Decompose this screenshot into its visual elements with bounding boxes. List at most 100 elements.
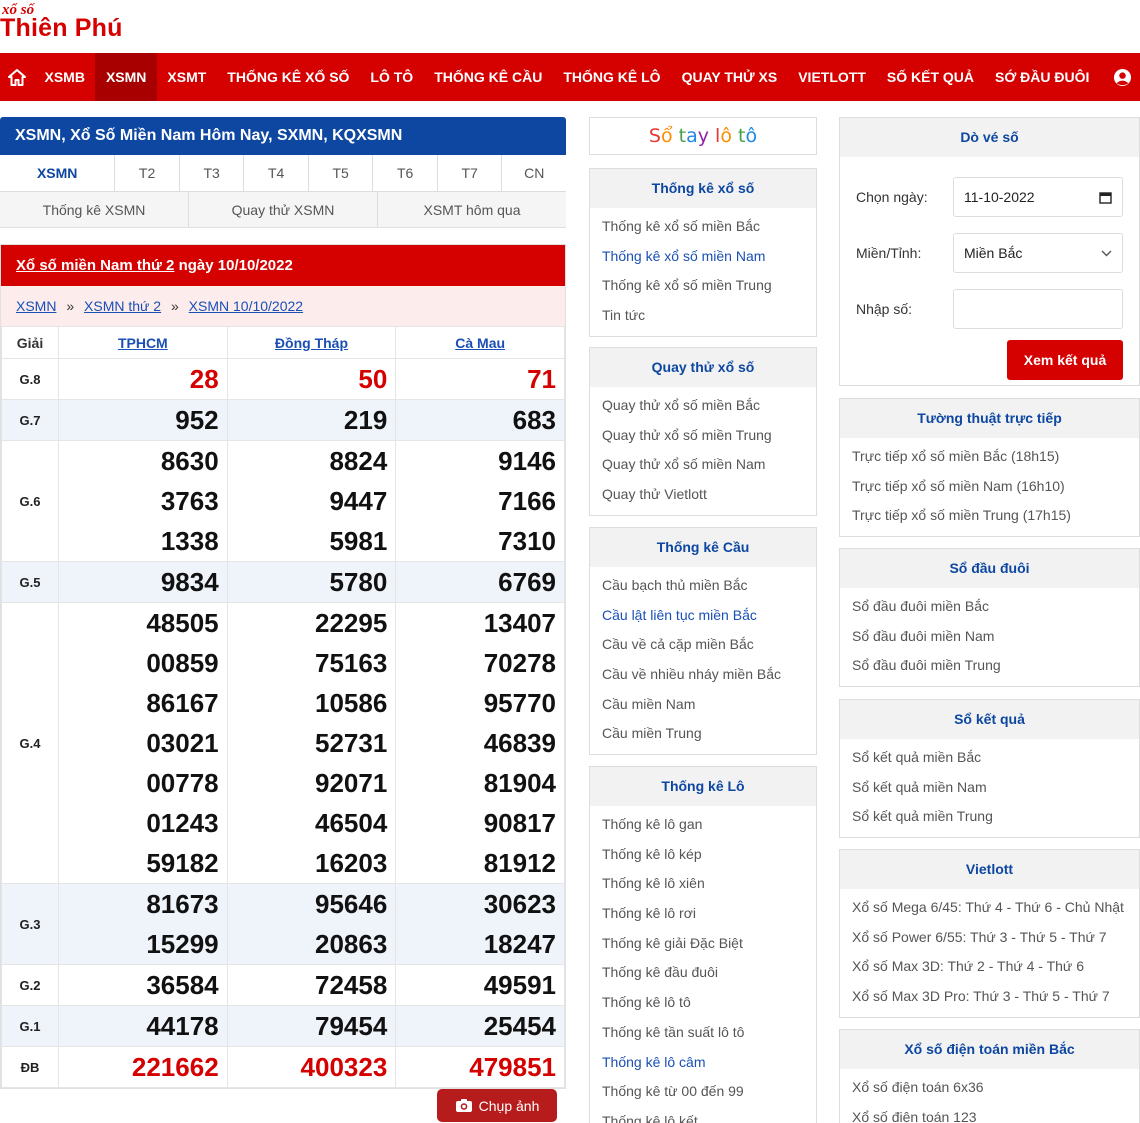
sidebar-link[interactable]: Quay thử xổ số miền Trung bbox=[590, 421, 816, 451]
site-logo[interactable]: xổ số Thiên Phú bbox=[0, 0, 160, 52]
province-link-ca-mau[interactable]: Cà Mau bbox=[455, 335, 505, 351]
sidebar-link[interactable]: Xổ số Max 3D Pro: Thứ 3 - Thứ 5 - Thứ 7 bbox=[840, 982, 1139, 1012]
sidebar-link[interactable]: Sổ đầu đuôi miền Bắc bbox=[840, 592, 1139, 622]
sidebar-link[interactable]: Trực tiếp xổ số miền Nam (16h10) bbox=[840, 472, 1139, 502]
number-input[interactable] bbox=[953, 289, 1123, 329]
sidebar-link[interactable]: Sổ kết quả miền Nam bbox=[840, 773, 1139, 803]
sidebar-link[interactable]: Tin tức bbox=[590, 301, 816, 331]
tab-quay-thu-xsmn[interactable]: Quay thử XSMN bbox=[189, 192, 378, 227]
so-tay-lo-to-banner[interactable]: Sổ tay lô tô bbox=[589, 117, 817, 155]
user-icon[interactable] bbox=[1104, 53, 1140, 101]
sidebar-link[interactable]: Trực tiếp xổ số miền Bắc (18h15) bbox=[840, 442, 1139, 472]
sidebar-link[interactable]: Thống kê đầu đuôi bbox=[590, 958, 816, 988]
tab-t4[interactable]: T4 bbox=[244, 155, 309, 191]
sidebar-link[interactable]: Cầu bạch thủ miền Bắc bbox=[590, 571, 816, 601]
sidebar-link[interactable]: Thống kê từ 00 đến 99 bbox=[590, 1077, 816, 1107]
nav-lo-to[interactable]: LÔ TÔ bbox=[360, 53, 424, 101]
prize-row: G.1 44178 79454 25454 bbox=[1, 1005, 565, 1047]
day-tabs: XSMN T2 T3 T4 T5 T6 T7 CN bbox=[0, 155, 566, 192]
tab-xsmn[interactable]: XSMN bbox=[0, 155, 116, 191]
region-select[interactable]: Miền Bắc bbox=[953, 233, 1123, 273]
number-label: Nhập số: bbox=[856, 301, 913, 317]
sidebar-link[interactable]: Sổ kết quả miền Bắc bbox=[840, 743, 1139, 773]
prize-number: 15299 bbox=[146, 929, 219, 959]
sidebar-link-list: Sổ kết quả miền Bắc Sổ kết quả miền Nam Sổ… bbox=[840, 739, 1139, 837]
sidebar-link[interactable]: Sổ đầu đuôi miền Trung bbox=[840, 651, 1139, 681]
nav-so-ket-qua[interactable]: SỐ KẾT QUẢ bbox=[876, 53, 984, 101]
prize-cell: 28 bbox=[58, 358, 228, 400]
sidebar-link[interactable]: Cầu miền Nam bbox=[590, 690, 816, 720]
prize-cell: 5780 bbox=[226, 561, 397, 603]
sidebar-link[interactable]: Xổ số điện toán 123 bbox=[840, 1103, 1139, 1123]
sidebar-link[interactable]: Thống kê lô câm bbox=[590, 1048, 816, 1078]
home-icon[interactable] bbox=[0, 53, 34, 101]
sidebar-link[interactable]: Quay thử Vietlott bbox=[590, 480, 816, 510]
sidebar-link[interactable]: Trực tiếp xổ số miền Trung (17h15) bbox=[840, 501, 1139, 531]
sidebar-link[interactable]: Thống kê lô kép bbox=[590, 840, 816, 870]
view-result-button[interactable]: Xem kết quả bbox=[1007, 340, 1123, 380]
nav-quay-thu[interactable]: QUAY THỬ XS bbox=[671, 53, 788, 101]
sidebar-link[interactable]: Cầu lật liên tục miền Bắc bbox=[590, 601, 816, 631]
nav-xsmn[interactable]: XSMN bbox=[95, 53, 157, 101]
nav-thong-ke-cau[interactable]: THỐNG KÊ CẦU bbox=[424, 53, 553, 101]
tab-t7[interactable]: T7 bbox=[438, 155, 503, 191]
sidebar-link[interactable]: Xổ số Power 6/55: Thứ 3 - Thứ 5 - Thứ 7 bbox=[840, 923, 1139, 953]
tab-thong-ke-xsmn[interactable]: Thống kê XSMN bbox=[0, 192, 189, 227]
breadcrumb-xsmn-thu-2[interactable]: XSMN thứ 2 bbox=[84, 298, 161, 314]
sidebar-link[interactable]: Xổ số điện toán 6x36 bbox=[840, 1073, 1139, 1103]
ticket-check-box: Dò vé số Chọn ngày: 11-10-2022 Miền/Tỉnh… bbox=[839, 117, 1140, 386]
sidebar-link[interactable]: Quay thử xổ số miền Bắc bbox=[590, 391, 816, 421]
sidebar-link[interactable]: Sổ đầu đuôi miền Nam bbox=[840, 622, 1139, 652]
sidebar-link[interactable]: Xổ số Mega 6/45: Thứ 4 - Thứ 6 - Chủ Nhậ… bbox=[840, 893, 1139, 923]
sidebar-link[interactable]: Thống kê giải Đặc Biệt bbox=[590, 929, 816, 959]
sidebar-link[interactable]: Thống kê xổ số miền Bắc bbox=[590, 212, 816, 242]
result-day-link[interactable]: Xổ số miền Nam thứ 2 bbox=[16, 257, 174, 274]
tab-xsmt-hom-qua[interactable]: XSMT hôm qua bbox=[378, 192, 566, 227]
sidebar-link[interactable]: Xổ số Max 3D: Thứ 2 - Thứ 4 - Thứ 6 bbox=[840, 952, 1139, 982]
sidebar-box-title: Vietlott bbox=[840, 850, 1139, 889]
nav-xsmb[interactable]: XSMB bbox=[34, 53, 95, 101]
sidebar-link[interactable]: Thống kê xổ số miền Nam bbox=[590, 242, 816, 272]
prize-name: G.7 bbox=[1, 399, 59, 441]
prize-number: 75163 bbox=[315, 648, 388, 678]
sidebar-link[interactable]: Thống kê lô kết bbox=[590, 1107, 816, 1123]
nav-vietlott[interactable]: VIETLOTT bbox=[788, 53, 877, 101]
nav-thong-ke-lo[interactable]: THỐNG KÊ LÔ bbox=[553, 53, 671, 101]
tab-cn[interactable]: CN bbox=[502, 155, 566, 191]
snapshot-button[interactable]: Chụp ảnh bbox=[437, 1089, 557, 1122]
prize-number: 95770 bbox=[483, 688, 556, 718]
sidebar-link[interactable]: Thống kê lô gan bbox=[590, 810, 816, 840]
sidebar-link[interactable]: Quay thử xổ số miền Nam bbox=[590, 450, 816, 480]
nav-so-dau-duoi[interactable]: SỚ ĐẦU ĐUÔI bbox=[985, 53, 1100, 101]
prize-number: 50 bbox=[358, 364, 388, 394]
sidebar-link[interactable]: Thống kê xổ số miền Trung bbox=[590, 271, 816, 301]
sidebar-link[interactable]: Thống kê lô tô bbox=[590, 988, 816, 1018]
tab-t3[interactable]: T3 bbox=[180, 155, 245, 191]
breadcrumb-xsmn[interactable]: XSMN bbox=[16, 298, 56, 314]
sidebar-link[interactable]: Sổ kết quả miền Trung bbox=[840, 802, 1139, 832]
tab-t6[interactable]: T6 bbox=[373, 155, 438, 191]
prize-cell: 95646 20863 bbox=[226, 883, 397, 965]
prize-cell: 6769 bbox=[395, 561, 565, 603]
nav-xsmt[interactable]: XSMT bbox=[157, 53, 217, 101]
sidebar-link[interactable]: Cầu về nhiều nháy miền Bắc bbox=[590, 660, 816, 690]
sidebar-link[interactable]: Thống kê tần suất lô tô bbox=[590, 1018, 816, 1048]
prize-cell: 400323 bbox=[226, 1046, 397, 1088]
sidebar-link[interactable]: Cầu về cả cặp miền Bắc bbox=[590, 630, 816, 660]
date-input[interactable]: 11-10-2022 bbox=[953, 177, 1123, 217]
prize-name: G.5 bbox=[1, 561, 59, 603]
prize-cell: 72458 bbox=[226, 964, 397, 1006]
tab-t2[interactable]: T2 bbox=[115, 155, 180, 191]
prize-cell: 48505 00859 86167 03021 00778 01243 59182 bbox=[58, 602, 228, 884]
province-link-dong-thap[interactable]: Đồng Tháp bbox=[275, 335, 348, 351]
sidebar-link[interactable]: Thống kê lô rơi bbox=[590, 899, 816, 929]
prize-number: 70278 bbox=[483, 648, 556, 678]
breadcrumb-xsmn-date[interactable]: XSMN 10/10/2022 bbox=[189, 298, 303, 314]
prize-number: 952 bbox=[175, 405, 219, 435]
sidebar-link[interactable]: Cầu miền Trung bbox=[590, 719, 816, 749]
prize-number: 3763 bbox=[160, 486, 219, 516]
tab-t5[interactable]: T5 bbox=[309, 155, 374, 191]
province-link-tphcm[interactable]: TPHCM bbox=[118, 335, 168, 351]
sidebar-link[interactable]: Thống kê lô xiên bbox=[590, 869, 816, 899]
nav-thong-ke-xo-so[interactable]: THỐNG KÊ XỔ SỐ bbox=[217, 53, 360, 101]
